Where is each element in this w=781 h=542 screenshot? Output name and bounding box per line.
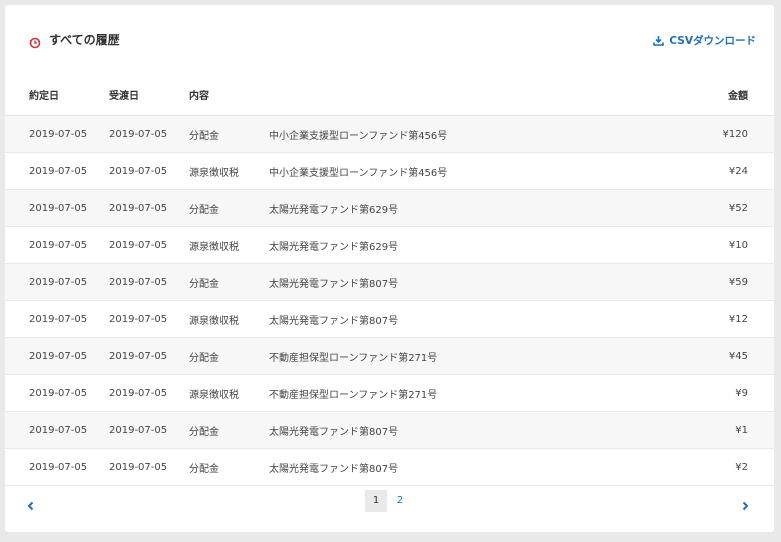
chevron-right-icon[interactable] <box>740 497 750 511</box>
column-header-amount: 金額 <box>668 73 774 116</box>
cell-type: 分配金 <box>189 337 269 375</box>
csv-download-label: CSVダウンロード <box>669 35 756 47</box>
table-row: 2019-07-05 2019-07-05 源泉徴収税 太陽光発電ファンド第629号 ¥… <box>5 226 774 264</box>
cell-fund: 太陽光発電ファンド第629号 <box>269 226 668 264</box>
cell-fund: 不動産担保型ローンファンド第271号 <box>269 337 668 375</box>
history-table: 約定日 受渡日 内容 金額 2019-07-05 2019-07-05 分配金 中小企… <box>5 73 774 486</box>
cell-trade-date: 2019-07-05 <box>5 263 109 301</box>
cell-settle-date: 2019-07-05 <box>109 226 189 264</box>
cell-amount: ¥2 <box>668 448 774 486</box>
page-button-1[interactable]: 1 <box>365 490 387 512</box>
cell-fund: 不動産担保型ローンファンド第271号 <box>269 374 668 412</box>
cell-fund: 中小企業支援型ローンファンド第456号 <box>269 115 668 153</box>
pagination: 12 <box>5 490 774 516</box>
column-header-settle-date: 受渡日 <box>109 73 189 116</box>
page-title: すべての履歴 <box>29 31 120 48</box>
page-button-2[interactable]: 2 <box>389 490 411 512</box>
cell-trade-date: 2019-07-05 <box>5 152 109 190</box>
cell-trade-date: 2019-07-05 <box>5 411 109 449</box>
cell-settle-date: 2019-07-05 <box>109 152 189 190</box>
cell-settle-date: 2019-07-05 <box>109 411 189 449</box>
cell-fund: 中小企業支援型ローンファンド第456号 <box>269 152 668 190</box>
cell-settle-date: 2019-07-05 <box>109 115 189 153</box>
cell-settle-date: 2019-07-05 <box>109 374 189 412</box>
table-row: 2019-07-05 2019-07-05 分配金 中小企業支援型ローンファンド第45… <box>5 115 774 153</box>
csv-download-button[interactable]: CSVダウンロード <box>653 33 756 48</box>
table-row: 2019-07-05 2019-07-05 分配金 太陽光発電ファンド第807号 ¥2 <box>5 448 774 486</box>
history-clock-icon <box>29 34 41 48</box>
card-header: すべての履歴 CSVダウンロード <box>5 5 774 75</box>
chevron-left-icon[interactable] <box>26 497 36 511</box>
cell-amount: ¥59 <box>668 263 774 301</box>
column-header-type: 内容 <box>189 73 269 116</box>
history-card: すべての履歴 CSVダウンロード 約定日 受渡日 内容 金額 2019-07-0… <box>5 5 774 532</box>
cell-fund: 太陽光発電ファンド第807号 <box>269 300 668 338</box>
cell-type: 分配金 <box>189 411 269 449</box>
cell-trade-date: 2019-07-05 <box>5 337 109 375</box>
cell-trade-date: 2019-07-05 <box>5 115 109 153</box>
cell-amount: ¥1 <box>668 411 774 449</box>
cell-settle-date: 2019-07-05 <box>109 337 189 375</box>
table-row: 2019-07-05 2019-07-05 源泉徴収税 不動産担保型ローンファンド第2… <box>5 374 774 412</box>
cell-amount: ¥9 <box>668 374 774 412</box>
cell-settle-date: 2019-07-05 <box>109 189 189 227</box>
cell-type: 分配金 <box>189 189 269 227</box>
cell-type: 源泉徴収税 <box>189 226 269 264</box>
cell-amount: ¥45 <box>668 337 774 375</box>
cell-trade-date: 2019-07-05 <box>5 300 109 338</box>
cell-amount: ¥12 <box>668 300 774 338</box>
page-title-text: すべての履歴 <box>49 33 120 47</box>
cell-trade-date: 2019-07-05 <box>5 448 109 486</box>
cell-trade-date: 2019-07-05 <box>5 226 109 264</box>
cell-amount: ¥120 <box>668 115 774 153</box>
cell-amount: ¥52 <box>668 189 774 227</box>
table-row: 2019-07-05 2019-07-05 分配金 不動産担保型ローンファンド第271… <box>5 337 774 375</box>
cell-type: 源泉徴収税 <box>189 152 269 190</box>
cell-amount: ¥24 <box>668 152 774 190</box>
table-row: 2019-07-05 2019-07-05 源泉徴収税 中小企業支援型ローンファンド第… <box>5 152 774 190</box>
table-row: 2019-07-05 2019-07-05 分配金 太陽光発電ファンド第807号 ¥1 <box>5 411 774 449</box>
cell-trade-date: 2019-07-05 <box>5 189 109 227</box>
cell-type: 分配金 <box>189 263 269 301</box>
table-row: 2019-07-05 2019-07-05 分配金 太陽光発電ファンド第629号 ¥52 <box>5 189 774 227</box>
download-icon <box>653 35 665 46</box>
cell-fund: 太陽光発電ファンド第807号 <box>269 263 668 301</box>
cell-settle-date: 2019-07-05 <box>109 300 189 338</box>
cell-trade-date: 2019-07-05 <box>5 374 109 412</box>
cell-fund: 太陽光発電ファンド第807号 <box>269 448 668 486</box>
cell-settle-date: 2019-07-05 <box>109 448 189 486</box>
cell-type: 分配金 <box>189 448 269 486</box>
page-list: 12 <box>365 490 413 512</box>
table-row: 2019-07-05 2019-07-05 分配金 太陽光発電ファンド第807号 ¥59 <box>5 263 774 301</box>
column-header-fund <box>269 73 668 116</box>
cell-type: 分配金 <box>189 115 269 153</box>
cell-fund: 太陽光発電ファンド第629号 <box>269 189 668 227</box>
cell-type: 源泉徴収税 <box>189 300 269 338</box>
table-header-row: 約定日 受渡日 内容 金額 <box>5 73 774 116</box>
cell-settle-date: 2019-07-05 <box>109 263 189 301</box>
column-header-trade-date: 約定日 <box>5 73 109 116</box>
cell-fund: 太陽光発電ファンド第807号 <box>269 411 668 449</box>
cell-type: 源泉徴収税 <box>189 374 269 412</box>
table-row: 2019-07-05 2019-07-05 源泉徴収税 太陽光発電ファンド第807号 ¥… <box>5 300 774 338</box>
cell-amount: ¥10 <box>668 226 774 264</box>
